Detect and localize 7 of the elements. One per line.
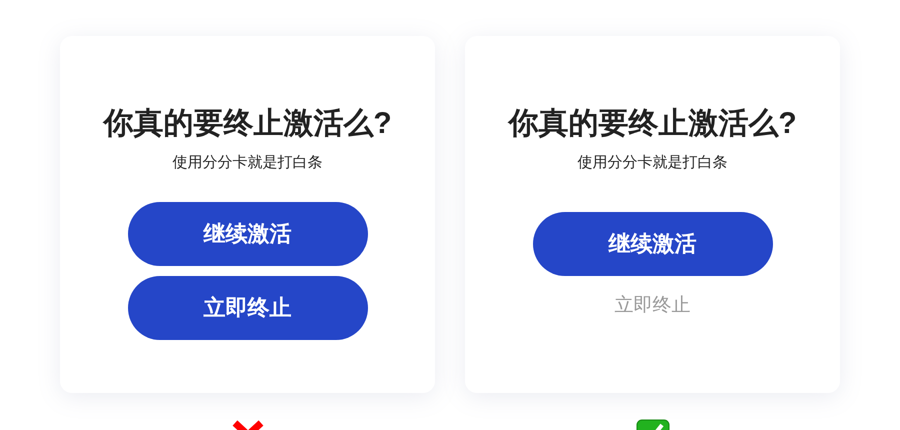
dialog-title: 你真的要终止激活么? [508, 106, 797, 142]
action-button[interactable]: 继续激活 [532, 212, 772, 276]
dialog-subtitle: 使用分分卡就是打白条 [578, 153, 728, 173]
dialog-title: 你真的要终止激活么? [103, 106, 392, 142]
action-button[interactable]: 立即终止 [128, 276, 368, 340]
dialog-subtitle: 使用分分卡就是打白条 [172, 153, 322, 173]
action-button[interactable]: 继续激活 [128, 202, 368, 266]
